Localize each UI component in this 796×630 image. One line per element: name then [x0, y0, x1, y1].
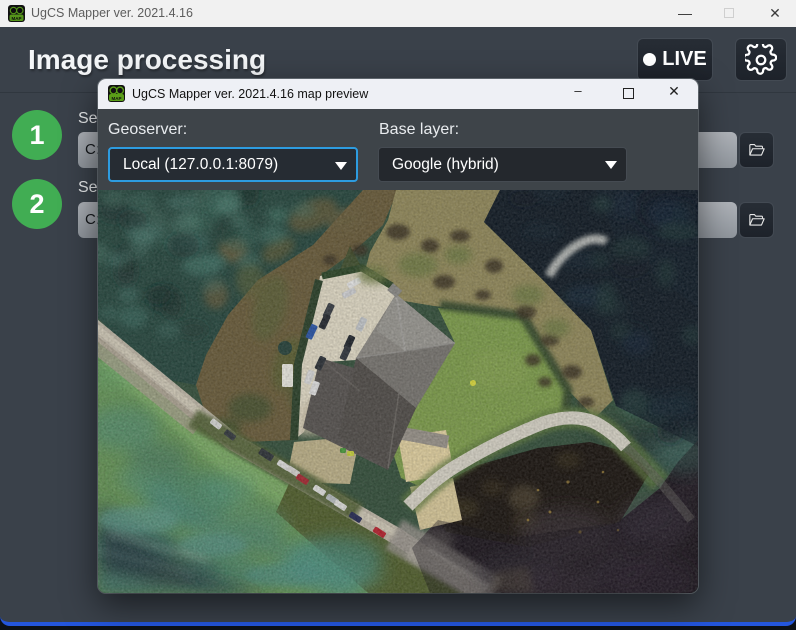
svg-text:MAP: MAP — [112, 96, 122, 101]
svg-text:MAP: MAP — [12, 16, 22, 21]
